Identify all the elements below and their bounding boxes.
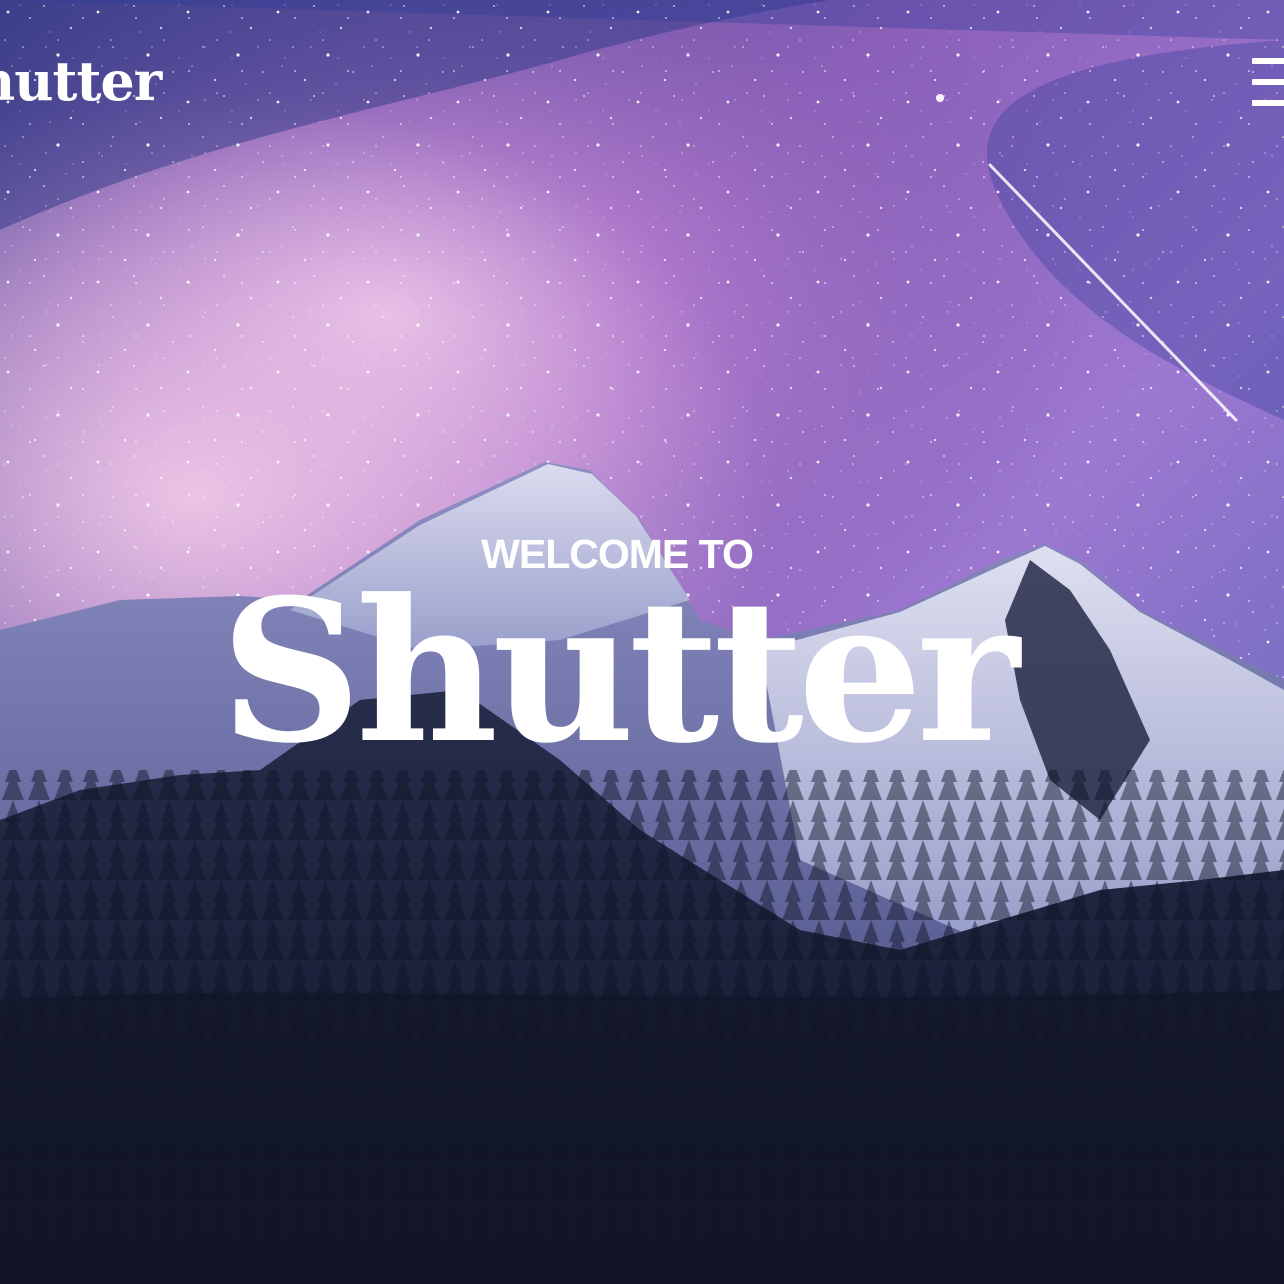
hamburger-menu-icon[interactable] [1252,56,1284,108]
menu-bar-bottom [1252,100,1284,106]
menu-bar-middle [1252,79,1284,85]
site-logo[interactable]: Shutter [0,54,162,108]
menu-bar-top [1252,58,1284,64]
hero-title: Shutter [220,557,1020,787]
hero-section: Shutter WELCOME TO Shutter [0,0,1284,1284]
